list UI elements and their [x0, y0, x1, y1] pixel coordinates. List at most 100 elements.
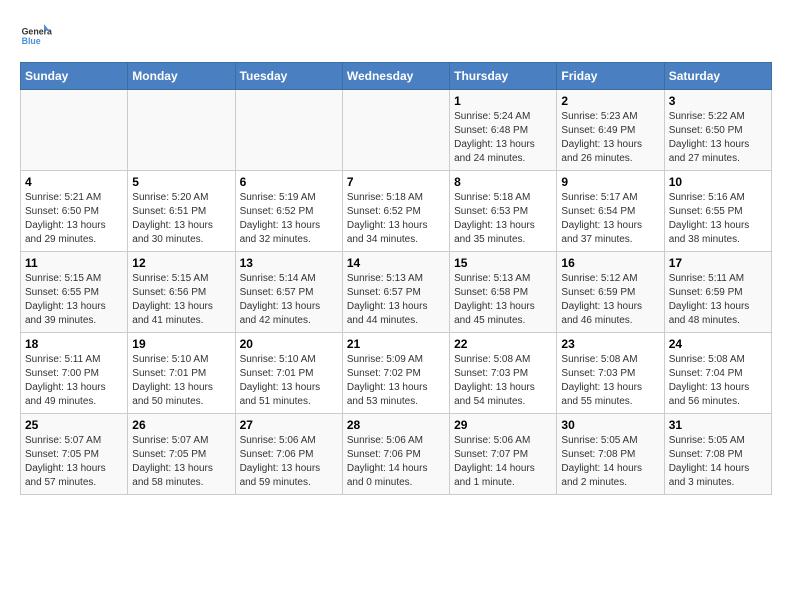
day-cell [235, 90, 342, 171]
day-cell: 17 Sunrise: 5:11 AM Sunset: 6:59 PM Dayli… [664, 252, 771, 333]
day-number: 2 [561, 94, 659, 108]
day-info: Sunrise: 5:15 AM Sunset: 6:55 PM Dayligh… [25, 272, 123, 328]
day-info: Sunrise: 5:18 AM Sunset: 6:52 PM Dayligh… [347, 191, 445, 247]
day-number: 29 [454, 418, 552, 432]
day-number: 28 [347, 418, 445, 432]
header-cell-monday: Monday [128, 63, 235, 90]
header-row: SundayMondayTuesdayWednesdayThursdayFrid… [21, 63, 772, 90]
day-number: 11 [25, 256, 123, 270]
day-number: 31 [669, 418, 767, 432]
day-number: 21 [347, 337, 445, 351]
day-cell: 12 Sunrise: 5:15 AM Sunset: 6:56 PM Dayli… [128, 252, 235, 333]
day-cell: 14Sunrise: 5:13 AM Sunset: 6:57 PM Dayli… [342, 252, 449, 333]
week-row-4: 18Sunrise: 5:11 AM Sunset: 7:00 PM Dayli… [21, 333, 772, 414]
day-number: 13 [240, 256, 338, 270]
logo: General Blue [20, 20, 52, 52]
day-cell: 3 Sunrise: 5:22 AM Sunset: 6:50 PM Daylig… [664, 90, 771, 171]
day-info: Sunrise: 5:19 AM Sunset: 6:52 PM Dayligh… [240, 191, 338, 247]
day-number: 9 [561, 175, 659, 189]
day-number: 16 [561, 256, 659, 270]
svg-text:Blue: Blue [22, 36, 41, 46]
day-number: 12 [132, 256, 230, 270]
day-info: Sunrise: 5:06 AM Sunset: 7:07 PM Dayligh… [454, 434, 552, 490]
day-number: 22 [454, 337, 552, 351]
week-row-2: 4 Sunrise: 5:21 AM Sunset: 6:50 PM Daylig… [21, 171, 772, 252]
day-number: 27 [240, 418, 338, 432]
day-info: Sunrise: 5:13 AM Sunset: 6:57 PM Dayligh… [347, 272, 445, 328]
day-info: Sunrise: 5:07 AM Sunset: 7:05 PM Dayligh… [25, 434, 123, 490]
day-cell: 11 Sunrise: 5:15 AM Sunset: 6:55 PM Dayli… [21, 252, 128, 333]
day-info: Sunrise: 5:21 AM Sunset: 6:50 PM Dayligh… [25, 191, 123, 247]
day-cell: 9 Sunrise: 5:17 AM Sunset: 6:54 PM Daylig… [557, 171, 664, 252]
day-cell: 27 Sunrise: 5:06 AM Sunset: 7:06 PM Dayli… [235, 414, 342, 495]
day-number: 1 [454, 94, 552, 108]
day-info: Sunrise: 5:22 AM Sunset: 6:50 PM Dayligh… [669, 110, 767, 166]
day-cell [21, 90, 128, 171]
day-info: Sunrise: 5:13 AM Sunset: 6:58 PM Dayligh… [454, 272, 552, 328]
day-cell [342, 90, 449, 171]
header-cell-wednesday: Wednesday [342, 63, 449, 90]
day-info: Sunrise: 5:11 AM Sunset: 6:59 PM Dayligh… [669, 272, 767, 328]
day-info: Sunrise: 5:16 AM Sunset: 6:55 PM Dayligh… [669, 191, 767, 247]
day-cell: 5 Sunrise: 5:20 AM Sunset: 6:51 PM Daylig… [128, 171, 235, 252]
day-info: Sunrise: 5:15 AM Sunset: 6:56 PM Dayligh… [132, 272, 230, 328]
day-cell [128, 90, 235, 171]
day-cell: 6 Sunrise: 5:19 AM Sunset: 6:52 PM Daylig… [235, 171, 342, 252]
day-number: 5 [132, 175, 230, 189]
day-number: 23 [561, 337, 659, 351]
day-info: Sunrise: 5:20 AM Sunset: 6:51 PM Dayligh… [132, 191, 230, 247]
calendar-table: SundayMondayTuesdayWednesdayThursdayFrid… [20, 62, 772, 495]
header-cell-sunday: Sunday [21, 63, 128, 90]
day-number: 8 [454, 175, 552, 189]
week-row-3: 11 Sunrise: 5:15 AM Sunset: 6:55 PM Dayli… [21, 252, 772, 333]
day-number: 19 [132, 337, 230, 351]
day-cell: 22 Sunrise: 5:08 AM Sunset: 7:03 PM Dayli… [450, 333, 557, 414]
day-cell: 4 Sunrise: 5:21 AM Sunset: 6:50 PM Daylig… [21, 171, 128, 252]
day-info: Sunrise: 5:14 AM Sunset: 6:57 PM Dayligh… [240, 272, 338, 328]
day-cell: 24 Sunrise: 5:08 AM Sunset: 7:04 PM Dayli… [664, 333, 771, 414]
day-number: 20 [240, 337, 338, 351]
day-cell: 21Sunrise: 5:09 AM Sunset: 7:02 PM Dayli… [342, 333, 449, 414]
day-info: Sunrise: 5:08 AM Sunset: 7:03 PM Dayligh… [561, 353, 659, 409]
day-number: 26 [132, 418, 230, 432]
day-number: 3 [669, 94, 767, 108]
day-cell: 2 Sunrise: 5:23 AM Sunset: 6:49 PM Daylig… [557, 90, 664, 171]
day-number: 10 [669, 175, 767, 189]
day-cell: 29 Sunrise: 5:06 AM Sunset: 7:07 PM Dayli… [450, 414, 557, 495]
day-number: 6 [240, 175, 338, 189]
day-info: Sunrise: 5:08 AM Sunset: 7:03 PM Dayligh… [454, 353, 552, 409]
logo-icon: General Blue [20, 20, 52, 52]
day-cell: 15 Sunrise: 5:13 AM Sunset: 6:58 PM Dayli… [450, 252, 557, 333]
day-cell: 20 Sunrise: 5:10 AM Sunset: 7:01 PM Dayli… [235, 333, 342, 414]
day-number: 25 [25, 418, 123, 432]
day-cell: 26Sunrise: 5:07 AM Sunset: 7:05 PM Dayli… [128, 414, 235, 495]
day-info: Sunrise: 5:06 AM Sunset: 7:06 PM Dayligh… [240, 434, 338, 490]
day-cell: 13 Sunrise: 5:14 AM Sunset: 6:57 PM Dayli… [235, 252, 342, 333]
header-cell-friday: Friday [557, 63, 664, 90]
day-info: Sunrise: 5:12 AM Sunset: 6:59 PM Dayligh… [561, 272, 659, 328]
day-cell: 25 Sunrise: 5:07 AM Sunset: 7:05 PM Dayli… [21, 414, 128, 495]
day-cell: 30Sunrise: 5:05 AM Sunset: 7:08 PM Dayli… [557, 414, 664, 495]
day-cell: 19 Sunrise: 5:10 AM Sunset: 7:01 PM Dayli… [128, 333, 235, 414]
day-cell: 23 Sunrise: 5:08 AM Sunset: 7:03 PM Dayli… [557, 333, 664, 414]
svg-text:General: General [22, 26, 52, 36]
day-number: 17 [669, 256, 767, 270]
header-cell-saturday: Saturday [664, 63, 771, 90]
day-number: 4 [25, 175, 123, 189]
day-info: Sunrise: 5:23 AM Sunset: 6:49 PM Dayligh… [561, 110, 659, 166]
day-number: 15 [454, 256, 552, 270]
day-info: Sunrise: 5:11 AM Sunset: 7:00 PM Dayligh… [25, 353, 123, 409]
header-cell-tuesday: Tuesday [235, 63, 342, 90]
day-info: Sunrise: 5:05 AM Sunset: 7:08 PM Dayligh… [669, 434, 767, 490]
day-number: 30 [561, 418, 659, 432]
day-info: Sunrise: 5:17 AM Sunset: 6:54 PM Dayligh… [561, 191, 659, 247]
week-row-1: 1Sunrise: 5:24 AM Sunset: 6:48 PM Daylig… [21, 90, 772, 171]
day-number: 7 [347, 175, 445, 189]
day-info: Sunrise: 5:10 AM Sunset: 7:01 PM Dayligh… [240, 353, 338, 409]
page-header: General Blue [20, 20, 772, 52]
day-cell: 28 Sunrise: 5:06 AM Sunset: 7:06 PM Dayli… [342, 414, 449, 495]
day-info: Sunrise: 5:08 AM Sunset: 7:04 PM Dayligh… [669, 353, 767, 409]
day-info: Sunrise: 5:10 AM Sunset: 7:01 PM Dayligh… [132, 353, 230, 409]
day-info: Sunrise: 5:06 AM Sunset: 7:06 PM Dayligh… [347, 434, 445, 490]
day-number: 24 [669, 337, 767, 351]
